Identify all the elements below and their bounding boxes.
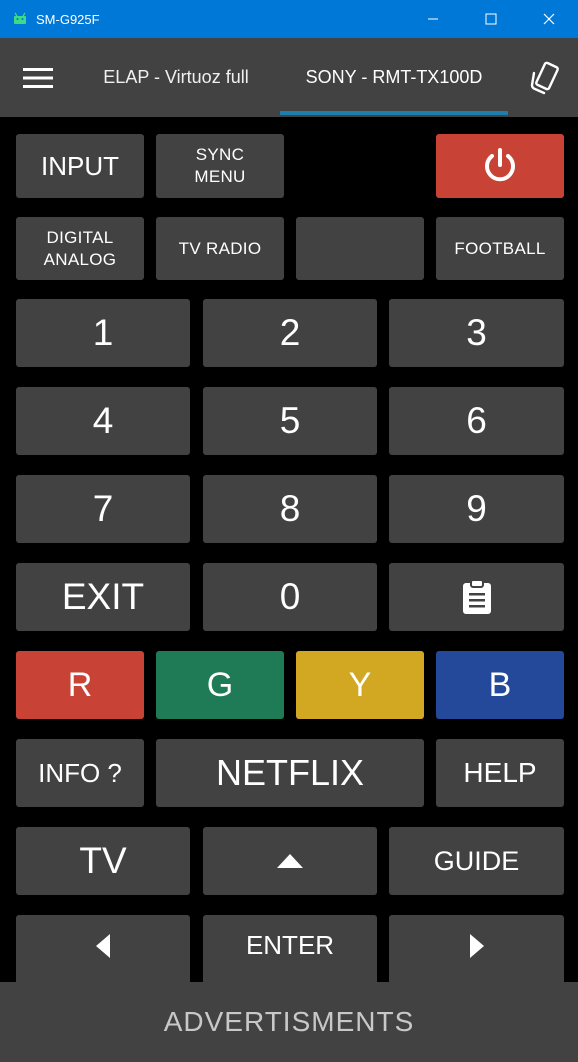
advertisement-banner[interactable]: ADVERTISMENTS [0, 982, 578, 1062]
digit-2-label: 2 [279, 312, 301, 353]
guide-label: GUIDE [433, 845, 520, 876]
switch-device-icon [530, 61, 559, 95]
digit-3-label: 3 [466, 312, 487, 353]
remote-panel: INPUT SYNC MENU DIGITAL ANALOG TV RADIO … [0, 117, 578, 982]
blank-button[interactable] [296, 217, 424, 280]
yellow-label: Y [348, 665, 372, 704]
tv-radio-button[interactable]: TV RADIO [156, 217, 284, 280]
exit-button[interactable]: EXIT [16, 563, 190, 631]
android-icon [14, 12, 26, 24]
blue-label: B [488, 665, 512, 704]
digit-1-label: 1 [92, 312, 114, 353]
input-button[interactable]: INPUT [16, 134, 144, 198]
digit-4-button[interactable]: 4 [16, 387, 190, 455]
clipboard-icon [462, 579, 491, 614]
enter-label: ENTER [245, 930, 335, 960]
info-label: INFO ? [38, 757, 122, 788]
football-label: FOOTBALL [454, 238, 546, 258]
digit-8-label: 8 [279, 488, 301, 529]
menu-button[interactable] [16, 61, 60, 95]
close-icon [543, 13, 555, 25]
close-button[interactable] [520, 0, 578, 38]
input-label: INPUT [41, 150, 119, 181]
yellow-button[interactable]: Y [296, 651, 424, 719]
blue-button[interactable]: B [436, 651, 564, 719]
minimize-icon [428, 18, 438, 20]
app-bar: ELAP - Virtuoz full SONY - RMT-TX100D [0, 38, 578, 117]
maximize-button[interactable] [462, 0, 520, 38]
green-button[interactable]: G [156, 651, 284, 719]
red-button[interactable]: R [16, 651, 144, 719]
window-titlebar: SM-G925F [0, 0, 578, 38]
power-button[interactable] [436, 134, 564, 198]
tv-radio-label: TV RADIO [178, 238, 262, 258]
digit-8-button[interactable]: 8 [203, 475, 377, 543]
left-button[interactable] [16, 915, 190, 982]
hamburger-menu-icon [23, 68, 53, 88]
up-button[interactable] [203, 827, 377, 895]
digit-6-label: 6 [466, 400, 487, 441]
digit-9-label: 9 [466, 488, 487, 529]
switch-device-button[interactable] [526, 59, 566, 99]
maximize-icon [485, 13, 497, 25]
tab-elap[interactable]: ELAP - Virtuoz full [78, 38, 274, 117]
netflix-label: NETFLIX [215, 752, 365, 793]
digit-9-button[interactable]: 9 [389, 475, 564, 543]
help-button[interactable]: HELP [436, 739, 564, 807]
active-tab-indicator [280, 111, 508, 115]
digit-7-button[interactable]: 7 [16, 475, 190, 543]
help-label: HELP [463, 757, 537, 788]
red-label: R [67, 665, 93, 704]
digit-3-button[interactable]: 3 [389, 299, 564, 367]
enter-button[interactable]: ENTER [203, 915, 377, 982]
digit-5-button[interactable]: 5 [203, 387, 377, 455]
sync-menu-button[interactable]: SYNC MENU [156, 134, 284, 198]
digit-5-label: 5 [279, 400, 301, 441]
digit-0-button[interactable]: 0 [203, 563, 377, 631]
netflix-button[interactable]: NETFLIX [156, 739, 424, 807]
triangle-left-icon [96, 933, 110, 958]
green-label: G [206, 665, 234, 704]
tab-sony[interactable]: SONY - RMT-TX100D [280, 38, 508, 117]
right-button[interactable] [389, 915, 564, 982]
digit-2-button[interactable]: 2 [203, 299, 377, 367]
sync-menu-label: SYNC MENU [194, 145, 246, 186]
exit-label: EXIT [61, 576, 145, 617]
advertisement-label: ADVERTISMENTS [163, 1006, 415, 1037]
digit-1-button[interactable]: 1 [16, 299, 190, 367]
digit-7-label: 7 [92, 488, 114, 529]
digit-6-button[interactable]: 6 [389, 387, 564, 455]
digital-analog-button[interactable]: DIGITAL ANALOG [16, 217, 144, 280]
digit-4-label: 4 [92, 400, 114, 441]
triangle-right-icon [469, 933, 484, 958]
power-icon [485, 148, 515, 182]
tv-label: TV [79, 840, 127, 881]
window-title: SM-G925F [36, 11, 100, 27]
guide-button[interactable]: GUIDE [389, 827, 564, 895]
football-button[interactable]: FOOTBALL [436, 217, 564, 280]
minimize-button[interactable] [404, 0, 462, 38]
tv-button[interactable]: TV [16, 827, 190, 895]
info-button[interactable]: INFO ? [16, 739, 144, 807]
triangle-up-icon [277, 854, 303, 868]
digital-analog-label: DIGITAL ANALOG [43, 227, 117, 269]
clipboard-button[interactable] [389, 563, 564, 631]
digit-0-label: 0 [279, 576, 301, 617]
